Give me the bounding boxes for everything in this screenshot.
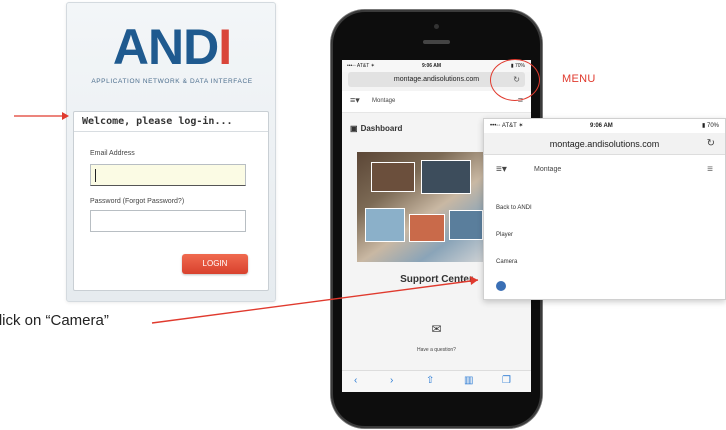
zoom-hamburger-icon[interactable]: ≡ [707,164,713,175]
instruction-text: Click on “Camera” [0,312,230,329]
menu-highlight-circle [490,59,540,101]
instruction-label: Click on “Camera” [0,312,109,329]
arrow-right-icon [14,112,69,120]
chat-icon: ✉ [431,322,442,336]
zoom-battery: ▮ 70% [702,123,719,129]
zoom-reload-icon[interactable]: ↻ [707,133,715,155]
email-label: Email Address [90,150,135,157]
login-panel: Welcome, please log-in... Email Address … [73,111,269,291]
bookmarks-icon[interactable]: ▥ [464,375,473,386]
andi-logo: ANDI [67,21,277,73]
menu-item-player[interactable]: Player [496,232,513,238]
browser-toolbar: ‹ › ⇧ ▥ ❐ [342,370,531,392]
welcome-heading: Welcome, please log-in... [74,112,268,132]
password-field[interactable] [90,210,246,232]
url-text: montage.andisolutions.com [393,76,480,83]
zoom-nav-title: Montage [534,166,562,173]
share-icon[interactable]: ⇧ [426,375,434,386]
nav-title: Montage [372,98,396,104]
zoom-status-time: 9:06 AM [590,123,613,129]
email-field[interactable] [90,164,246,186]
zoom-url-bar[interactable]: montage.andisolutions.com ↻ [484,133,725,155]
status-time: 9:06 AM [422,63,441,69]
dashboard-heading: ▣ Dashboard [350,124,402,133]
dashboard-icon: ▣ [350,124,358,133]
menu-item-camera[interactable]: Camera [496,259,517,265]
logo-subtitle: Application Network & Data Interface [91,78,253,85]
logo-text-accent: I [218,19,232,75]
tabs-icon[interactable]: ❐ [502,375,511,386]
zoom-menu-icon[interactable]: ≡▾ [496,164,507,175]
logo-text: AND [112,19,219,75]
question-text: Have a question? [417,347,456,353]
menu-icon[interactable]: ≡▾ [350,95,360,106]
back-icon[interactable]: ‹ [354,375,357,386]
front-camera-icon [434,24,439,29]
carrier: •••◦◦ AT&T ✶ [347,63,375,69]
zoom-status-bar: •••◦◦ AT&T ✶ 9:06 AM ▮ 70% [484,119,725,133]
speaker-icon [423,40,450,44]
login-card: ANDI Application Network & Data Interfac… [66,2,276,302]
zoom-url-text: montage.andisolutions.com [549,139,660,149]
zoom-carrier: •••◦◦ AT&T ✶ [490,123,524,129]
zoom-nav-bar: ≡▾ Montage ≡ [484,155,725,185]
dashboard-photo [357,152,492,262]
forward-icon[interactable]: › [390,375,393,386]
password-label: Password (Forgot Password?) [90,198,185,205]
menu-annotation: MENU [562,73,596,85]
avatar[interactable] [496,281,506,291]
zoomed-menu-panel: •••◦◦ AT&T ✶ 9:06 AM ▮ 70% montage.andis… [483,118,726,300]
login-button[interactable]: LOGIN [182,254,248,274]
dashboard-label: Dashboard [360,124,403,133]
menu-item-back-to-andi[interactable]: Back to ANDI [496,205,532,211]
